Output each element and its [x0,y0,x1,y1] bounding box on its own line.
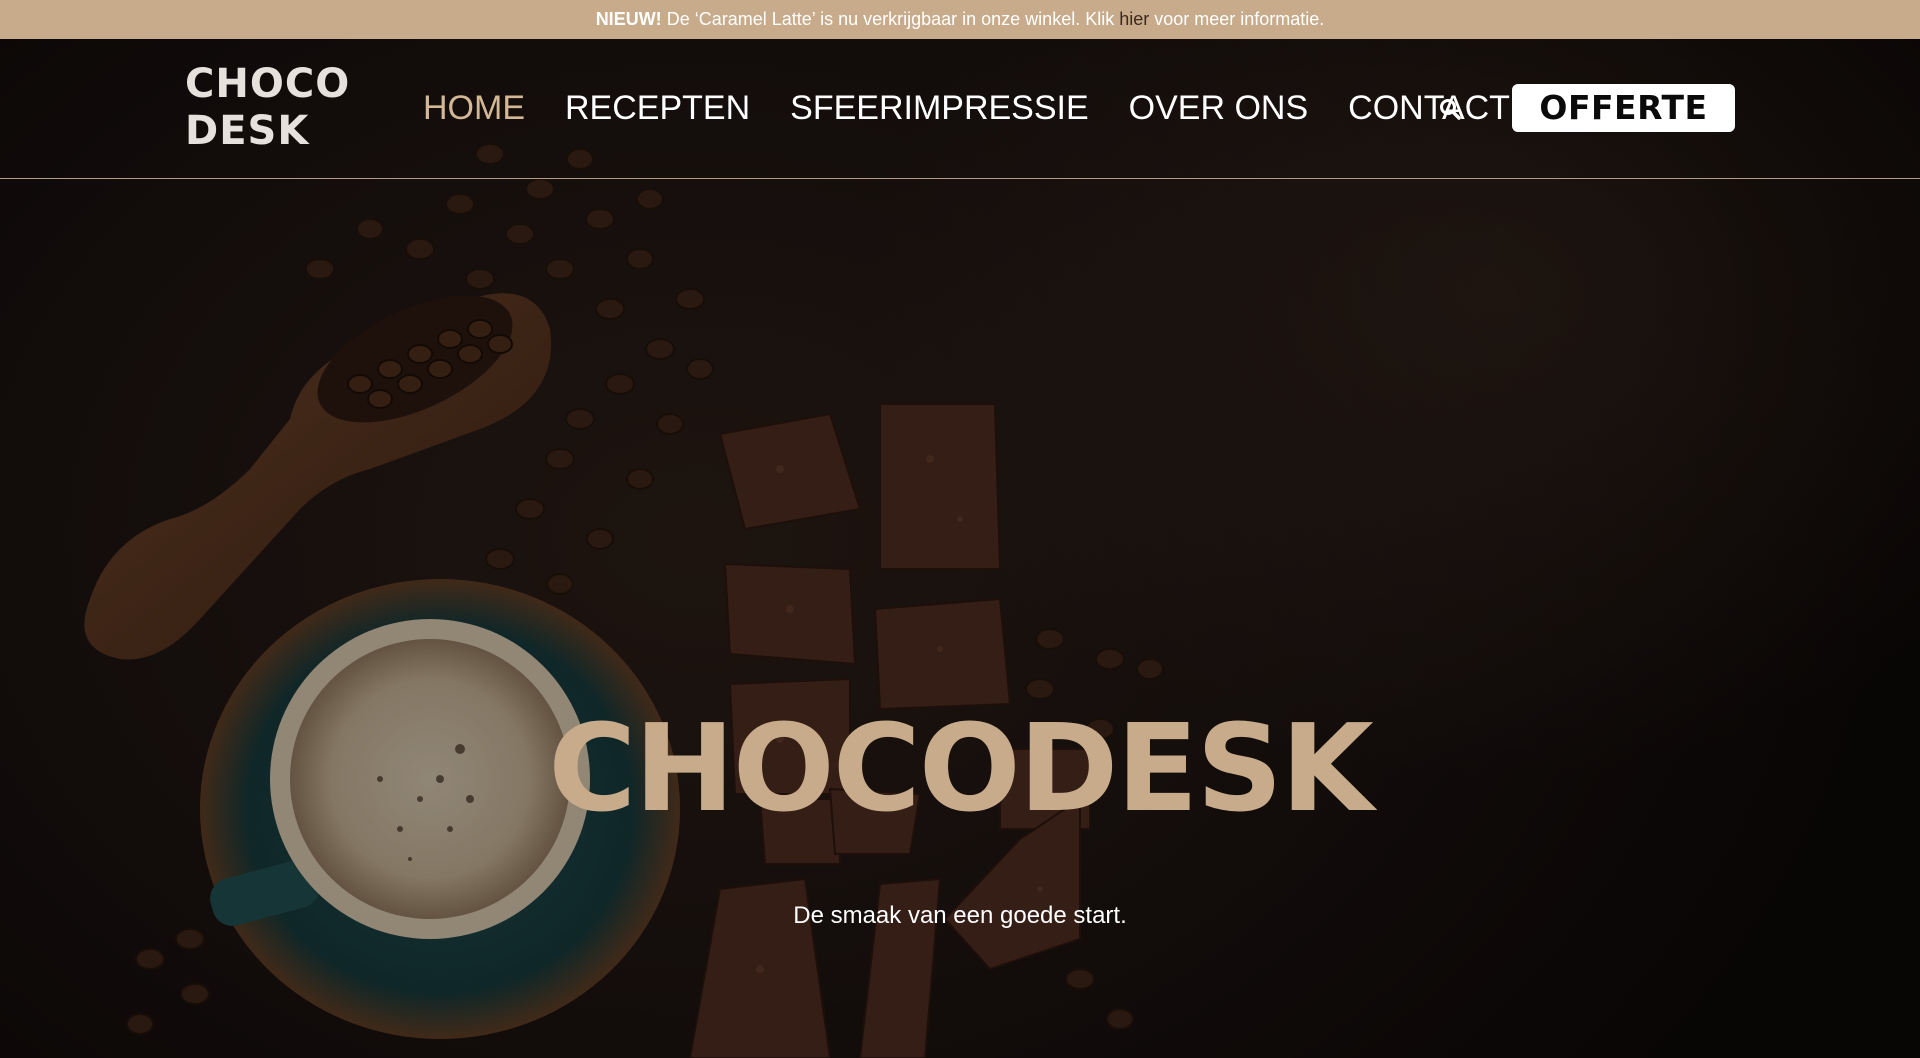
announcement-new-label: NIEUW! [595,9,662,29]
nav-item-home[interactable]: HOME [423,89,525,128]
nav-item-sfeerimpressie[interactable]: SFEERIMPRESSIE [790,89,1089,128]
site-header: CHOCO DESK HOME RECEPTEN SFEERIMPRESSIE … [0,39,1920,179]
nav-item-over-ons[interactable]: OVER ONS [1129,89,1308,128]
search-icon[interactable] [1438,97,1462,121]
announcement-bar: NIEUW! De ‘Caramel Latte’ is nu verkrijg… [0,0,1920,39]
nav-item-recepten[interactable]: RECEPTEN [565,89,750,128]
nav-item-contact[interactable]: CONTACT [1348,89,1510,128]
hero-title: CHOCODESK [548,700,1374,839]
announcement-link[interactable]: hier [1119,9,1149,29]
logo-line-2: DESK [185,108,310,154]
logo-line-1: CHOCO [185,61,351,107]
offerte-button[interactable]: OFFERTE [1512,84,1735,132]
hero-subtitle: De smaak van een goede start. [793,902,1127,929]
site-logo[interactable]: CHOCO DESK [185,61,365,155]
main-navigation: HOME RECEPTEN SFEERIMPRESSIE OVER ONS CO… [423,39,1550,178]
announcement-text-after: voor meer informatie. [1149,9,1325,29]
announcement-text-before: De ‘Caramel Latte’ is nu verkrijgbaar in… [661,9,1120,29]
page: NIEUW! De ‘Caramel Latte’ is nu verkrijg… [0,0,1920,1058]
